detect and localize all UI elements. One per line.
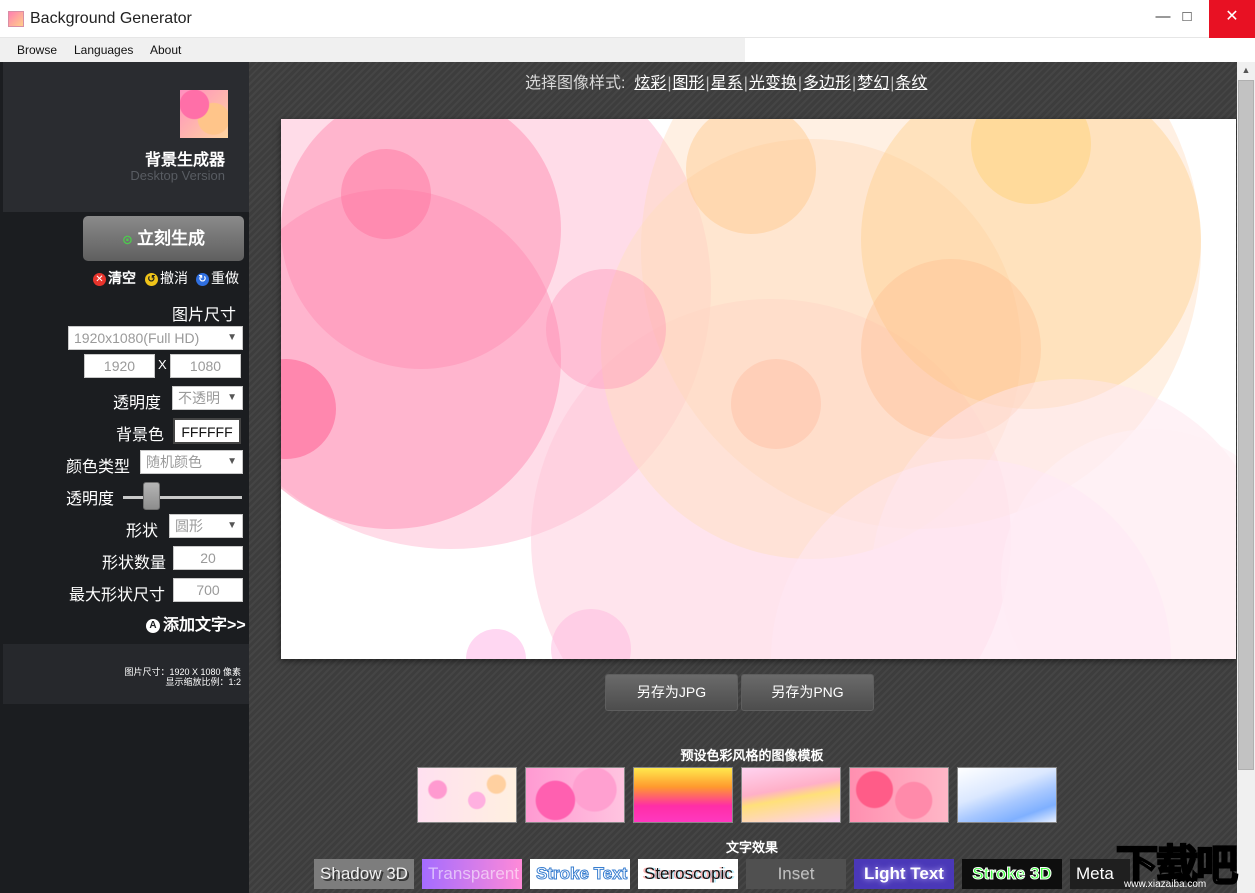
style-link-polygon[interactable]: 多边形 <box>803 75 851 92</box>
app-subtitle: Desktop Version <box>130 168 225 183</box>
effect-stroke-text[interactable]: Stroke Text <box>530 859 630 889</box>
template-thumb-1[interactable] <box>417 767 517 823</box>
effect-shadow-3d[interactable]: Shadow 3D <box>314 859 414 889</box>
bg-color-input[interactable]: FFFFFF <box>173 418 241 444</box>
app-icon <box>8 11 24 27</box>
effect-transparent[interactable]: Transparent <box>422 859 522 889</box>
save-png-button[interactable]: 另存为PNG <box>741 674 874 711</box>
vertical-scrollbar[interactable]: ▲ <box>1237 62 1255 893</box>
window-title: Background Generator <box>30 10 192 27</box>
maximize-button[interactable]: □ <box>1164 0 1210 38</box>
template-thumb-5[interactable] <box>849 767 949 823</box>
max-shape-size-label: 最大形状尺寸 <box>68 587 165 604</box>
add-text-label: 添加文字>> <box>163 617 246 634</box>
bg-color-label: 背景色 <box>115 427 164 444</box>
add-text-button[interactable]: A 添加文字>> <box>146 611 246 635</box>
redo-icon: ↻ <box>196 273 209 286</box>
shape-label: 形状 <box>125 523 158 540</box>
opacity-value: 不透明 <box>178 390 220 406</box>
template-thumb-2[interactable] <box>525 767 625 823</box>
close-button[interactable]: ✕ <box>1209 0 1255 38</box>
chevron-down-icon: ▼ <box>227 332 237 343</box>
effect-inset[interactable]: Inset <box>746 859 846 889</box>
app-title: 背景生成器 <box>144 152 225 169</box>
clear-label: 清空 <box>108 270 136 286</box>
size-separator: X <box>158 357 167 372</box>
preview-canvas <box>281 119 1236 659</box>
site-watermark: 下载吧 www.xiazaiba.com <box>1115 832 1255 893</box>
redo-button[interactable]: ↻ 重做 <box>196 268 239 288</box>
image-size-label: 图片尺寸 <box>171 307 236 324</box>
clear-icon: ✕ <box>93 273 106 286</box>
templates-title: 预设色彩风格的图像模板 <box>680 748 824 763</box>
scroll-up-icon[interactable]: ▲ <box>1237 62 1255 79</box>
color-type-label: 颜色类型 <box>65 459 130 476</box>
effect-stroke-3d[interactable]: Stroke 3D <box>962 859 1062 889</box>
undo-button[interactable]: ↺ 撤消 <box>145 268 188 288</box>
style-link-stripes[interactable]: 条纹 <box>895 75 927 92</box>
style-prompt: 选择图像样式: <box>525 75 626 92</box>
shape-opacity-label: 透明度 <box>66 491 115 508</box>
chevron-down-icon: ▼ <box>227 392 237 403</box>
template-thumb-6[interactable] <box>957 767 1057 823</box>
menu-about[interactable]: About <box>150 43 181 57</box>
shape-count-label: 形状数量 <box>101 555 166 572</box>
chevron-down-icon: ▼ <box>227 520 237 531</box>
title-bar: Background Generator — □ ✕ <box>0 0 1255 38</box>
style-selector: 选择图像样式: 炫彩|图形|星系|光变换|多边形|梦幻|条纹 <box>525 75 928 92</box>
shape-count-input[interactable]: 20 <box>173 546 243 570</box>
play-icon: ⊙ <box>122 232 133 247</box>
sidebar: 背景生成器 Desktop Version ⊙ 立刻生成 ✕ 清空 ↺ 撤消 ↻ 重做 … <box>0 62 249 893</box>
effect-light-text[interactable]: Light Text <box>854 859 954 889</box>
menu-browse[interactable]: Browse <box>17 43 57 57</box>
width-input[interactable]: 1920 <box>84 354 155 378</box>
template-thumb-4[interactable] <box>741 767 841 823</box>
info-scale: 显示缩放比例：1:2 <box>165 677 241 687</box>
info-panel: 图片尺寸：1920 X 1080 像素 显示缩放比例：1:2 <box>3 644 249 704</box>
shape-select[interactable]: 圆形 ▼ <box>169 514 243 538</box>
sidebar-header: 背景生成器 Desktop Version <box>3 62 249 212</box>
height-input[interactable]: 1080 <box>170 354 241 378</box>
color-type-value: 随机颜色 <box>146 454 202 470</box>
generate-button[interactable]: ⊙ 立刻生成 <box>83 216 244 261</box>
style-link-galaxy[interactable]: 星系 <box>711 75 743 92</box>
shape-value: 圆形 <box>175 518 203 534</box>
redo-label: 重做 <box>211 270 239 286</box>
opacity-select[interactable]: 不透明 ▼ <box>172 386 243 410</box>
undo-icon: ↺ <box>145 273 158 286</box>
template-thumb-3[interactable] <box>633 767 733 823</box>
preview-image <box>281 119 1236 659</box>
text-icon: A <box>146 619 160 633</box>
style-link-shapes[interactable]: 图形 <box>673 75 705 92</box>
image-size-value: 1920x1080(Full HD) <box>74 330 200 346</box>
undo-label: 撤消 <box>160 270 188 286</box>
effect-steroscopic[interactable]: Steroscopic <box>638 859 738 889</box>
clear-button[interactable]: ✕ 清空 <box>93 268 136 288</box>
max-shape-size-input[interactable]: 700 <box>173 578 243 602</box>
text-effects-title: 文字效果 <box>725 840 778 855</box>
opacity-label: 透明度 <box>112 395 161 412</box>
opacity-slider-thumb[interactable] <box>143 482 160 510</box>
style-link-colorful[interactable]: 炫彩 <box>634 75 666 92</box>
menu-bar: Browse Languages About <box>0 38 745 62</box>
opacity-slider-track[interactable] <box>123 496 242 499</box>
main-area: 选择图像样式: 炫彩|图形|星系|光变换|多边形|梦幻|条纹 另存为JPG 另存… <box>249 62 1255 893</box>
color-type-select[interactable]: 随机颜色 ▼ <box>140 450 243 474</box>
generate-label: 立刻生成 <box>136 229 205 248</box>
chevron-down-icon: ▼ <box>227 456 237 467</box>
scrollbar-thumb[interactable] <box>1238 80 1254 770</box>
style-link-light[interactable]: 光变换 <box>749 75 797 92</box>
save-jpg-button[interactable]: 另存为JPG <box>605 674 738 711</box>
image-size-select[interactable]: 1920x1080(Full HD) ▼ <box>68 326 243 350</box>
menu-languages[interactable]: Languages <box>74 43 133 57</box>
watermark-url: www.xiazaiba.com <box>1124 879 1207 890</box>
style-link-dream[interactable]: 梦幻 <box>857 75 889 92</box>
app-logo <box>180 90 228 138</box>
